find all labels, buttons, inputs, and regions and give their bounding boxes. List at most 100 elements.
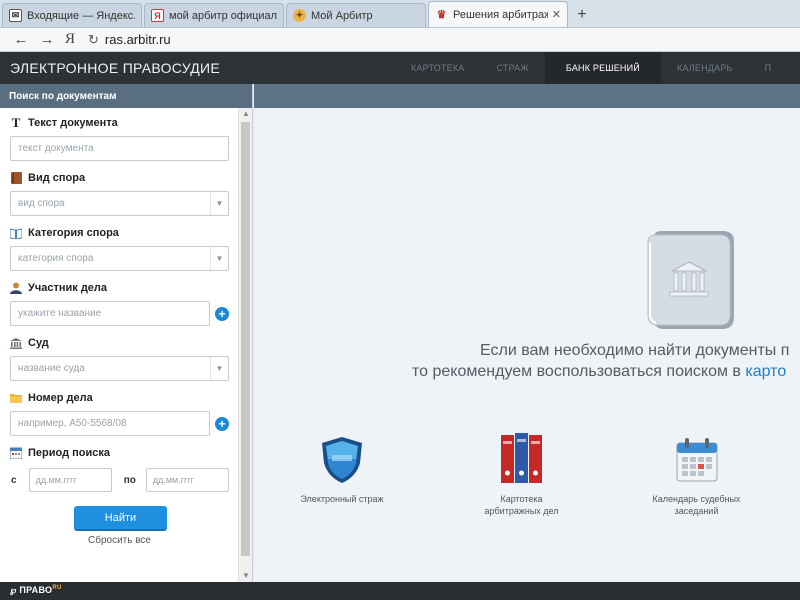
top-nav: КАРТОТЕКА СТРАЖ БАНК РЕШЕНИЙ КАЛЕНДАРЬ П — [395, 52, 787, 84]
close-icon[interactable]: ✕ — [552, 8, 561, 21]
tile-label: Календарь судебных заседаний — [652, 494, 741, 516]
shield-icon — [292, 433, 392, 483]
nav-strazh[interactable]: СТРАЖ — [480, 52, 544, 84]
participant-row: укажите название + — [10, 297, 229, 326]
dispute-type-label-text: Вид спора — [28, 172, 86, 184]
pravo-logo-mark: ℘ — [10, 585, 17, 595]
participant-input[interactable]: укажите название — [10, 301, 211, 326]
dispute-type-select[interactable]: вид спора ▼ — [10, 191, 229, 216]
case-number-row: например, А50-5568/08 + — [10, 407, 229, 436]
browser-tab-moi-arbitr[interactable]: ✦ Мой Арбитр — [286, 3, 426, 27]
mail-icon: ✉ — [9, 9, 22, 22]
back-arrow-icon[interactable]: ← — [10, 31, 32, 48]
chevron-down-icon[interactable]: ▼ — [210, 192, 228, 215]
case-number-label-text: Номер дела — [28, 392, 93, 404]
dispute-category-placeholder: категория спора — [18, 253, 94, 264]
kartoteka-link[interactable]: карто — [745, 363, 786, 380]
page-content: Поиск по документам T Текст документа те… — [0, 84, 800, 600]
court-label-text: Суд — [28, 337, 49, 349]
scroll-down-icon[interactable]: ▼ — [239, 570, 253, 582]
main-area: Если вам необходимо найти документы п то… — [254, 84, 800, 582]
reset-all-link[interactable]: Сбросить все — [88, 535, 229, 546]
person-icon — [10, 282, 22, 294]
url-field[interactable]: ↻ ras.arbitr.ru — [88, 32, 171, 48]
dispute-type-placeholder: вид спора — [18, 198, 65, 209]
case-number-input[interactable]: например, А50-5568/08 — [10, 411, 211, 436]
nav-kartoteka[interactable]: КАРТОТЕКА — [395, 52, 480, 84]
binders-icon — [474, 433, 569, 483]
search-form: T Текст документа текст документа Вид сп… — [0, 108, 239, 546]
browser-tab-resheniya[interactable]: ♛ Решения арбитражны ✕ — [428, 1, 568, 27]
sidebar-title: Поиск по документам — [0, 84, 252, 108]
find-button[interactable]: Найти — [74, 506, 167, 531]
nav-kalendar[interactable]: КАЛЕНДАРЬ — [661, 52, 749, 84]
browser-tab-bar: ✉ Входящие — Яндекс.П Я мой арбитр офици… — [0, 0, 800, 28]
open-book-icon — [10, 227, 22, 239]
chevron-down-icon[interactable]: ▼ — [210, 357, 228, 380]
period-label-text: Период поиска — [28, 447, 110, 459]
doc-text-label-text: Текст документа — [28, 117, 118, 129]
dispute-type-label: Вид спора — [10, 169, 229, 187]
tab-label: Входящие — Яндекс.П — [27, 9, 135, 22]
dispute-category-label: Категория спора — [10, 224, 229, 242]
folder-icon — [10, 392, 22, 404]
search-sidebar: Поиск по документам T Текст документа те… — [0, 84, 253, 582]
forward-arrow-icon[interactable]: → — [36, 31, 58, 48]
period-from-input[interactable]: дд.мм.гггг — [28, 468, 112, 492]
period-from-label: с — [11, 474, 17, 486]
participant-label-text: Участник дела — [28, 282, 108, 294]
browser-tab-mail[interactable]: ✉ Входящие — Яндекс.П — [2, 3, 142, 27]
add-participant-icon[interactable]: + — [215, 306, 229, 321]
dispute-category-label-text: Категория спора — [28, 227, 119, 239]
doc-text-input[interactable]: текст документа — [10, 136, 229, 161]
nav-bank-resheniy[interactable]: БАНК РЕШЕНИЙ — [544, 52, 661, 84]
site-header: ЭЛЕКТРОННОЕ ПРАВОСУДИЕ КАРТОТЕКА СТРАЖ Б… — [0, 52, 800, 84]
case-number-placeholder: например, А50-5568/08 — [18, 418, 127, 429]
new-tab-button[interactable]: + — [570, 3, 594, 27]
pravo-logo-suffix: RU — [52, 585, 62, 591]
doc-text-placeholder: текст документа — [18, 143, 94, 154]
site-brand[interactable]: ЭЛЕКТРОННОЕ ПРАВОСУДИЕ — [0, 60, 395, 76]
tile-case-files[interactable]: Картотека арбитражных дел — [474, 433, 569, 517]
court-select[interactable]: название суда ▼ — [10, 356, 229, 381]
nav-more[interactable]: П — [749, 52, 788, 84]
calendar-small-icon — [10, 447, 22, 459]
promo-line-2: то рекомендуем воспользоваться поиском в… — [412, 361, 800, 382]
court-placeholder: название суда — [18, 363, 85, 374]
participant-label: Участник дела — [10, 279, 229, 297]
promo-text: Если вам необходимо найти документы п то… — [254, 340, 800, 382]
doc-text-label: T Текст документа — [10, 114, 229, 132]
tile-electronic-guard[interactable]: Электронный страж — [292, 433, 392, 505]
url-text: ras.arbitr.ru — [104, 32, 171, 47]
period-to-placeholder: дд.мм.гггг — [152, 475, 194, 485]
period-from-placeholder: дд.мм.гггг — [35, 475, 77, 485]
reload-icon[interactable]: ↻ — [88, 32, 99, 48]
address-bar: ← → Я ↻ ras.arbitr.ru — [0, 28, 800, 52]
main-header-bar — [254, 84, 800, 108]
period-row: с дд.мм.гггг по дд.мм.гггг — [10, 468, 229, 492]
sidebar-scrollbar[interactable]: ▲ ▼ — [238, 108, 252, 582]
text-icon: T — [11, 115, 21, 130]
period-to-input[interactable]: дд.мм.гггг — [145, 468, 229, 492]
period-label: Период поиска — [10, 444, 229, 462]
tile-court-calendar[interactable]: Календарь судебных заседаний — [644, 433, 749, 517]
promo-line-1: Если вам необходимо найти документы п — [480, 342, 790, 359]
emblem-icon: ✦ — [293, 9, 306, 22]
case-number-label: Номер дела — [10, 389, 229, 407]
pravo-logo[interactable]: ℘ ПРАВОRU — [10, 585, 62, 596]
court-label: Суд — [10, 334, 229, 352]
pravo-logo-text: ПРАВО — [19, 585, 53, 595]
yandex-logo[interactable]: Я — [62, 31, 78, 48]
period-to-label: по — [123, 474, 136, 486]
footer-bar: ℘ ПРАВОRU — [0, 582, 800, 600]
browser-tab-search[interactable]: Я мой арбитр официал — [144, 3, 284, 27]
participant-placeholder: укажите название — [18, 308, 102, 319]
add-case-number-icon[interactable]: + — [215, 416, 229, 431]
scroll-thumb[interactable] — [241, 122, 250, 556]
calendar-icon — [644, 433, 749, 483]
dispute-category-select[interactable]: категория спора ▼ — [10, 246, 229, 271]
tile-label: Электронный страж — [300, 494, 384, 504]
scroll-up-icon[interactable]: ▲ — [239, 108, 253, 120]
yandex-icon: Я — [151, 9, 164, 22]
chevron-down-icon[interactable]: ▼ — [210, 247, 228, 270]
